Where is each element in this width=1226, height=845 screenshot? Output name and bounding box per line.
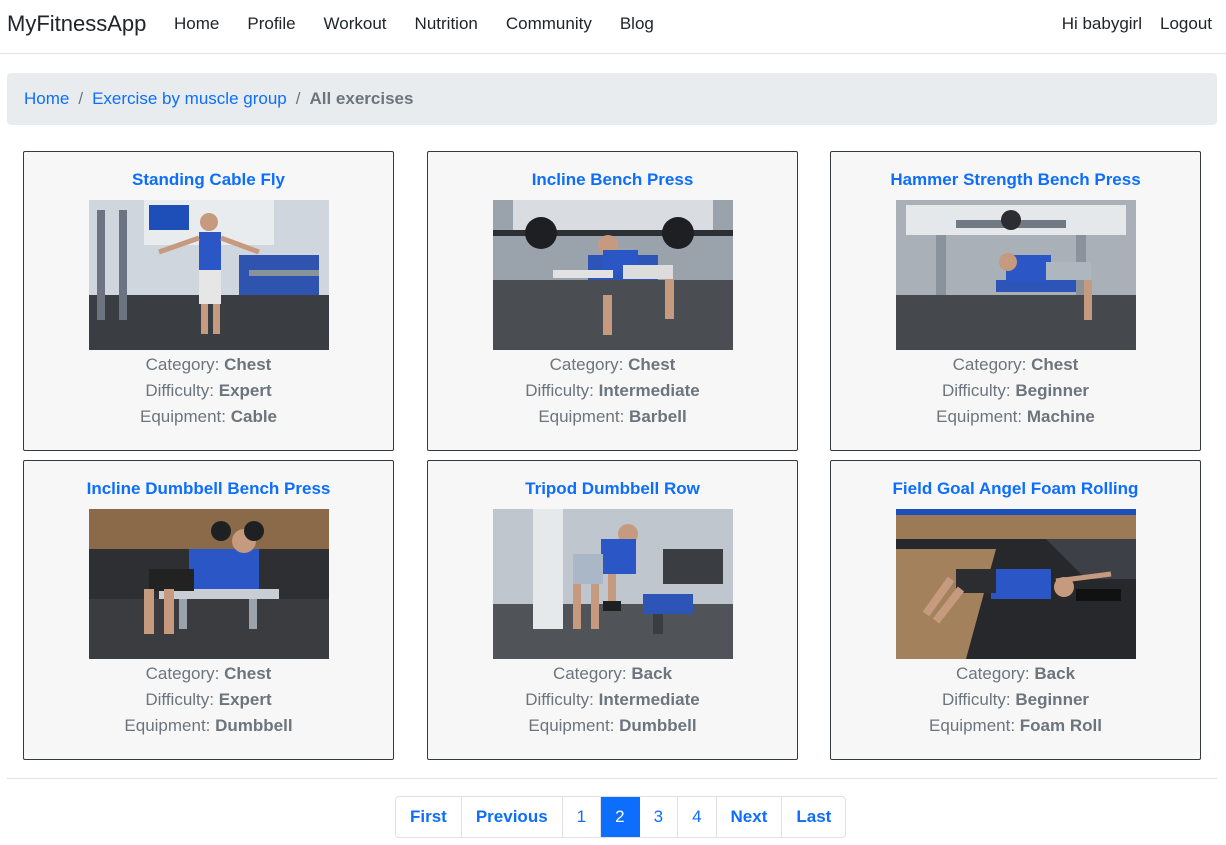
exercise-card: Hammer Strength Bench Press Category: Ch… bbox=[830, 151, 1201, 451]
exercise-difficulty: Difficulty: Intermediate bbox=[525, 381, 700, 400]
exercise-equipment: Equipment: Dumbbell bbox=[124, 716, 293, 735]
breadcrumb-home[interactable]: Home bbox=[24, 89, 69, 109]
divider bbox=[7, 778, 1217, 779]
exercise-title[interactable]: Incline Dumbbell Bench Press bbox=[24, 479, 393, 499]
exercise-difficulty: Difficulty: Beginner bbox=[941, 381, 1090, 400]
nav-blog[interactable]: Blog bbox=[606, 14, 668, 34]
exercise-title[interactable]: Incline Bench Press bbox=[428, 170, 797, 190]
pagination-last[interactable]: Last bbox=[782, 797, 845, 837]
user-menu: Hi babygirl Logout bbox=[1053, 14, 1219, 34]
breadcrumb: Home / Exercise by muscle group / All ex… bbox=[7, 73, 1217, 125]
exercise-image[interactable] bbox=[895, 509, 1136, 659]
exercise-title[interactable]: Hammer Strength Bench Press bbox=[831, 170, 1200, 190]
exercise-equipment: Equipment: Barbell bbox=[538, 407, 687, 426]
breadcrumb-muscle-group[interactable]: Exercise by muscle group bbox=[92, 89, 287, 109]
exercise-difficulty: Difficulty: Beginner bbox=[941, 690, 1090, 709]
exercise-category: Category: Back bbox=[955, 664, 1076, 683]
pagination-page-4[interactable]: 4 bbox=[678, 797, 717, 837]
pagination: First Previous 1 2 3 4 Next Last bbox=[395, 796, 847, 838]
breadcrumb-current: All exercises bbox=[309, 89, 414, 108]
exercise-card: Standing Cable Fly Category: Chest Diffi… bbox=[23, 151, 394, 451]
exercise-category: Category: Chest bbox=[549, 355, 676, 374]
pagination-previous[interactable]: Previous bbox=[462, 797, 563, 837]
nav-nutrition[interactable]: Nutrition bbox=[401, 14, 492, 34]
breadcrumb-separator: / bbox=[295, 89, 301, 108]
top-navbar: MyFitnessApp Home Profile Workout Nutrit… bbox=[0, 0, 1226, 54]
exercise-difficulty: Difficulty: Intermediate bbox=[525, 690, 700, 709]
exercise-equipment: Equipment: Cable bbox=[139, 407, 278, 426]
exercise-category: Category: Chest bbox=[145, 664, 272, 683]
exercise-image[interactable] bbox=[88, 200, 329, 350]
exercise-category: Category: Chest bbox=[952, 355, 1079, 374]
exercise-equipment: Equipment: Machine bbox=[936, 407, 1095, 426]
nav-home[interactable]: Home bbox=[160, 14, 233, 34]
pagination-page-1[interactable]: 1 bbox=[563, 797, 602, 837]
breadcrumb-separator: / bbox=[78, 89, 84, 108]
nav-workout[interactable]: Workout bbox=[310, 14, 401, 34]
exercise-card: Incline Bench Press Category: Chest Diff… bbox=[427, 151, 798, 451]
exercise-category: Category: Chest bbox=[145, 355, 272, 374]
exercise-image[interactable] bbox=[88, 509, 329, 659]
exercise-card: Field Goal Angel Foam Rolling Category: … bbox=[830, 460, 1201, 760]
exercise-title[interactable]: Standing Cable Fly bbox=[24, 170, 393, 190]
user-greeting[interactable]: Hi babygirl bbox=[1053, 14, 1151, 34]
nav-profile[interactable]: Profile bbox=[233, 14, 309, 34]
nav-links: Home Profile Workout Nutrition Community… bbox=[160, 14, 668, 34]
logout-link[interactable]: Logout bbox=[1151, 14, 1219, 34]
exercise-image[interactable] bbox=[895, 200, 1136, 350]
exercise-difficulty: Difficulty: Expert bbox=[145, 381, 272, 400]
exercise-card: Incline Dumbbell Bench Press Category: C… bbox=[23, 460, 394, 760]
exercise-difficulty: Difficulty: Expert bbox=[145, 690, 272, 709]
pagination-page-3[interactable]: 3 bbox=[640, 797, 679, 837]
brand-logo[interactable]: MyFitnessApp bbox=[7, 11, 146, 37]
exercise-card: Tripod Dumbbell Row Category: Back Diffi… bbox=[427, 460, 798, 760]
exercise-equipment: Equipment: Dumbbell bbox=[528, 716, 697, 735]
pagination-page-2[interactable]: 2 bbox=[601, 797, 640, 837]
exercise-image[interactable] bbox=[492, 200, 733, 350]
nav-community[interactable]: Community bbox=[492, 14, 606, 34]
pagination-first[interactable]: First bbox=[396, 797, 462, 837]
exercise-title[interactable]: Tripod Dumbbell Row bbox=[428, 479, 797, 499]
exercise-equipment: Equipment: Foam Roll bbox=[929, 716, 1102, 735]
exercise-image[interactable] bbox=[492, 509, 733, 659]
pagination-next[interactable]: Next bbox=[717, 797, 783, 837]
exercise-title[interactable]: Field Goal Angel Foam Rolling bbox=[831, 479, 1200, 499]
exercise-category: Category: Back bbox=[552, 664, 673, 683]
